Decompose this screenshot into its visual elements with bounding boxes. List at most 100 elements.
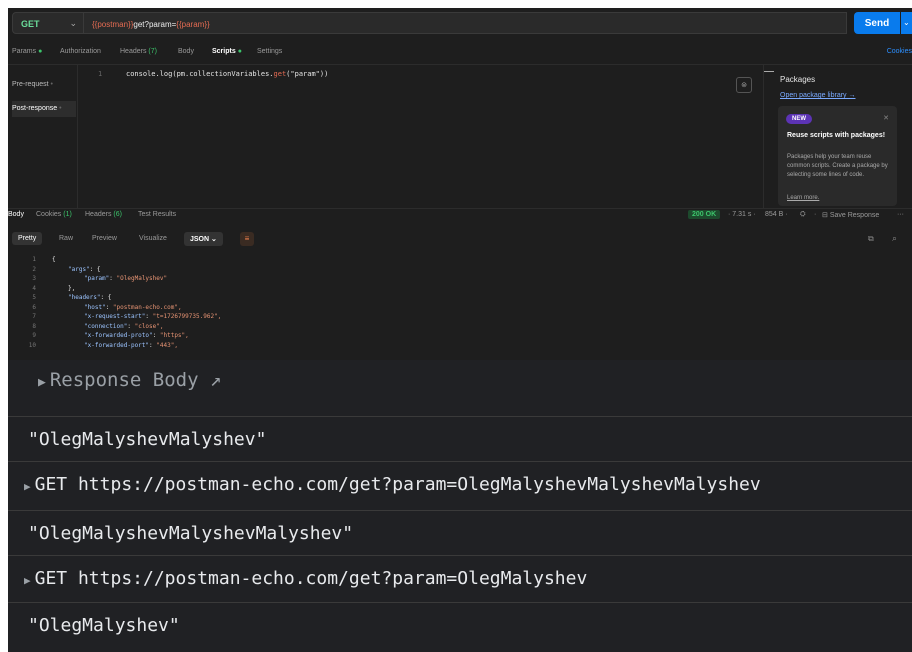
active-dot-icon: ● (237, 48, 242, 55)
json-line: 1{ (8, 256, 912, 264)
promo-heading: Reuse scripts with packages! (787, 132, 886, 139)
learn-more-link[interactable]: Learn more. (787, 195, 819, 201)
tab-authorization[interactable]: Authorization (60, 48, 101, 55)
method-label: GET (21, 19, 40, 29)
copy-icon[interactable]: ⧉ (868, 234, 874, 244)
json-key: "connection" (84, 322, 128, 330)
json-line: 9 "x-forwarded-proto": "https", (8, 332, 912, 340)
console-log-line: "OlegMalyshevMalyshevMalyshev" (8, 511, 912, 556)
json-line: 2 "args": { (8, 266, 912, 274)
search-icon[interactable]: ⌕ (892, 233, 897, 244)
response-size: 854 B · (765, 211, 788, 218)
response-tabs: Body Cookies (1) Headers (6) Test Result… (8, 208, 912, 222)
script-tab-pre-request[interactable]: Pre-request • (12, 77, 76, 93)
new-badge: NEW (786, 114, 812, 124)
response-body-toggle[interactable]: ▶ Response Body ↗ (8, 360, 912, 417)
json-punctuation: { (52, 256, 56, 263)
json-punctuation: }, (68, 284, 76, 292)
response-time: · 7.31 s · (728, 211, 756, 218)
open-package-library-link[interactable]: Open package library → (780, 92, 855, 99)
response-toolbar: Pretty Raw Preview Visualize JSON ⌄ ≡ ⧉ … (8, 228, 912, 248)
json-key: "param" (84, 275, 110, 282)
expand-triangle-icon: ▶ (24, 480, 31, 493)
json-key: "x-forwarded-port" (84, 341, 150, 349)
console-request-line[interactable]: ▶ GET https://postman-echo.com/get?param=… (8, 556, 912, 603)
tab-response-body[interactable]: Body (8, 211, 24, 218)
request-tabs: Params ● Authorization Headers (7) Body … (8, 44, 912, 60)
json-punctuation: : (127, 322, 135, 330)
line-number: 1 (98, 70, 103, 78)
method-select[interactable]: GET ⌄ (12, 12, 84, 34)
more-options-icon[interactable]: ··· (897, 211, 904, 218)
script-tab-post-response[interactable]: Post-response • (12, 101, 76, 117)
view-pretty[interactable]: Pretty (12, 232, 43, 245)
json-key: "args" (68, 265, 90, 273)
json-line-number: 6 (32, 303, 36, 311)
postman-window: GET ⌄ {{postman}}get?param={{param}} Sen… (8, 8, 912, 360)
json-line: 10 "x-forwarded-port": "443", (8, 342, 912, 350)
json-line: 7 "x-request-start": "t=1726799735.962", (8, 313, 912, 321)
headers-count: (7) (148, 48, 157, 55)
console-text: GET https://postman-echo.com/get?param=O… (34, 568, 588, 589)
json-punctuation: : { (100, 294, 112, 301)
json-value: "postman-echo.com", (112, 303, 182, 311)
json-line-number: 2 (32, 265, 36, 273)
json-line: 5 "headers": { (8, 294, 912, 302)
view-visualize[interactable]: Visualize (133, 232, 173, 245)
console-log-line: "OlegMalyshevMalyshev" (8, 417, 912, 462)
packages-panel: Packages Open package library → NEW ✕ Re… (763, 65, 912, 209)
tab-body[interactable]: Body (178, 48, 194, 55)
url-variable-postman: {{postman}} (92, 20, 134, 29)
script-editor[interactable]: 1 console.log(pm.collectionVariables.get… (78, 65, 763, 209)
console-text: "OlegMalyshevMalyshevMalyshev" (28, 523, 354, 544)
close-icon[interactable]: ✕ (883, 114, 889, 122)
json-punctuation: : (152, 332, 160, 339)
expand-triangle-icon: ▶ (38, 375, 46, 390)
json-line-number: 5 (32, 294, 36, 301)
cookies-link[interactable]: Cookies (887, 48, 912, 55)
active-dot-icon: ● (38, 48, 43, 55)
collapse-handle-icon[interactable] (764, 71, 774, 72)
console-output: ▶ Response Body ↗ "OlegMalyshevMalyshev" ▶… (8, 360, 912, 652)
status-badge: 200 OK (688, 210, 721, 219)
send-options-button[interactable]: ⌄ (901, 12, 912, 34)
url-input[interactable]: {{postman}}get?param={{param}} (84, 12, 847, 34)
url-variable-param: {{param}} (176, 20, 210, 29)
save-response-button[interactable]: ⊟ Save Response (822, 211, 879, 219)
console-request-line[interactable]: ▶ GET https://postman-echo.com/get?param=… (8, 462, 912, 511)
json-line-content: "connection": "close", (84, 323, 164, 330)
snippets-icon[interactable]: ⊜ (736, 77, 752, 93)
json-punctuation: : { (89, 265, 101, 273)
json-punctuation: : (109, 275, 117, 282)
tab-response-cookies[interactable]: Cookies (1) (36, 211, 72, 218)
tab-settings[interactable]: Settings (257, 48, 282, 55)
json-line-number: 7 (32, 313, 36, 320)
network-icon[interactable]: ⛭ (800, 211, 806, 219)
json-line-number: 9 (32, 332, 36, 339)
json-key: "x-forwarded-proto" (84, 332, 153, 339)
response-json[interactable]: 1{2 "args": {3 "param": "OlegMalyshev" 4}, 5… (8, 252, 912, 360)
tab-scripts[interactable]: Scripts ● (212, 48, 242, 55)
format-select[interactable]: JSON ⌄ (184, 232, 223, 246)
tab-test-results[interactable]: Test Results (138, 211, 176, 218)
json-line-content: "x-forwarded-port": "443", (84, 342, 178, 349)
send-button[interactable]: Send (854, 12, 900, 34)
view-preview[interactable]: Preview (86, 232, 123, 245)
console-log-line: "OlegMalyshev" (8, 603, 912, 652)
chevron-down-icon: ⌄ (903, 18, 910, 27)
tab-params[interactable]: Params ● (12, 48, 42, 55)
wrap-lines-icon[interactable]: ≡ (240, 232, 254, 246)
script-tab-list: Pre-request • Post-response • (8, 65, 78, 209)
json-line-content: "host": "postman-echo.com", (84, 304, 182, 311)
chevron-down-icon: ⌄ (69, 18, 77, 28)
console-text: GET https://postman-echo.com/get?param=O… (34, 474, 761, 495)
save-icon: ⊟ (822, 212, 828, 219)
promo-body: Packages help your team reuse common scr… (787, 154, 888, 178)
view-raw[interactable]: Raw (53, 232, 79, 245)
tab-response-headers[interactable]: Headers (6) (85, 211, 122, 218)
json-line-number: 4 (32, 284, 36, 292)
tab-headers[interactable]: Headers (7) (120, 48, 157, 55)
json-line: 4}, (8, 285, 912, 293)
chevron-down-icon: ⌄ (211, 236, 217, 243)
json-key: "host" (84, 303, 106, 311)
